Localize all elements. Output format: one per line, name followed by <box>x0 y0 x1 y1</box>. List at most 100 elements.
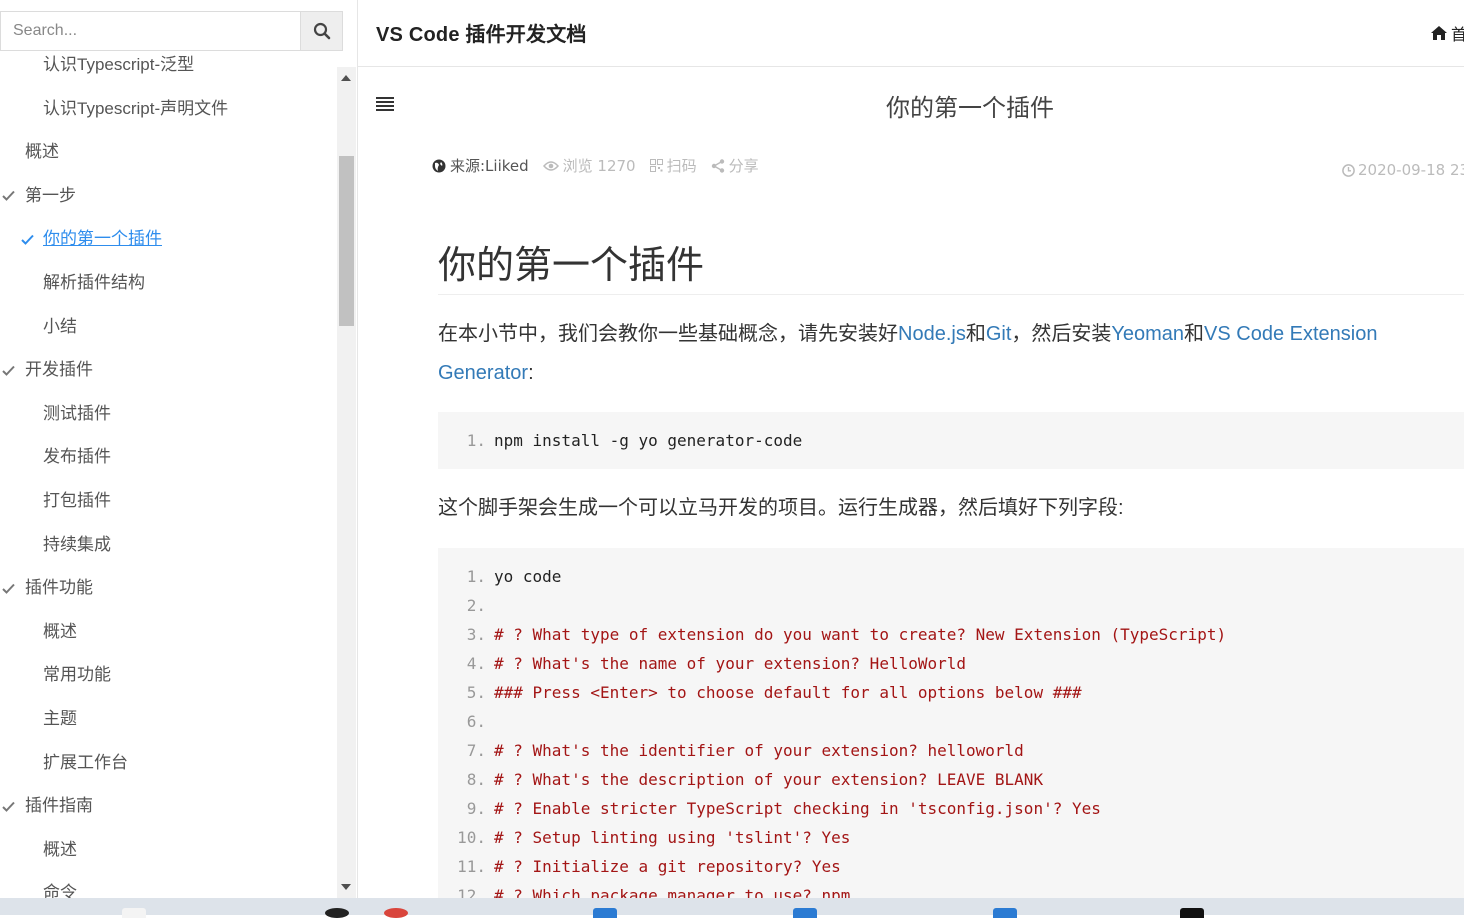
link-nodejs[interactable]: Node.js <box>898 323 966 345</box>
intro-paragraph: 在本小节中，我们会教你一些基础概念，请先安装好Node.js和Git，然后安装Y… <box>438 315 1438 393</box>
sidebar-item-label: 常用功能 <box>43 665 111 685</box>
sidebar-item-label: 概述 <box>43 621 77 641</box>
code-text: # ? Enable stricter TypeScript checking … <box>494 799 1101 818</box>
sidebar-item[interactable]: 打包插件 <box>0 486 111 516</box>
sidebar-item[interactable]: 你的第一个插件 <box>0 224 162 254</box>
search-bar <box>0 11 343 53</box>
code-line: 1. npm install -g yo generator-code <box>438 426 1464 455</box>
site-title[interactable]: VS Code 插件开发文档 <box>376 18 587 47</box>
sidebar-scrollbar[interactable] <box>337 67 356 898</box>
home-link[interactable]: 首 <box>1431 21 1464 45</box>
home-label: 首 <box>1451 25 1464 44</box>
sidebar-item-label: 主题 <box>43 709 77 728</box>
title-divider <box>438 294 1464 295</box>
sidebar-item[interactable]: 解析插件结构 <box>0 268 145 298</box>
sidebar-item[interactable]: 发布插件 <box>0 442 111 472</box>
search-button[interactable] <box>300 11 343 51</box>
check-icon <box>2 181 15 211</box>
taskbar-vscode-icon[interactable] <box>793 908 817 918</box>
code-line: 2. <box>438 591 1464 620</box>
share-icon <box>711 158 724 173</box>
sidebar-item[interactable]: 持续集成 <box>0 530 111 560</box>
sidebar-item[interactable]: 插件指南 <box>0 791 93 821</box>
globe-icon <box>432 159 446 172</box>
sidebar-item[interactable]: 认识Typescript-泛型 <box>0 54 194 80</box>
clock-icon <box>1342 163 1355 177</box>
meta-source: 来源:Liiked <box>432 155 529 176</box>
sidebar-item-label: 插件功能 <box>25 578 93 598</box>
sidebar-item[interactable]: 常用功能 <box>0 660 111 690</box>
sidebar-item-label: 认识Typescript-泛型 <box>43 55 195 74</box>
code-block-install[interactable]: 1. npm install -g yo generator-code <box>438 412 1464 469</box>
meta-share-text: 分享 <box>728 157 759 175</box>
sidebar-item[interactable]: 概述 <box>0 137 59 167</box>
search-input[interactable] <box>0 11 300 51</box>
code-text: # ? What's the identifier of your extens… <box>494 741 1024 760</box>
meta-scan-button[interactable]: 扫码 <box>649 155 697 176</box>
sidebar-item[interactable]: 测试插件 <box>0 399 111 429</box>
intro-text-2: 和 <box>965 323 986 345</box>
sidebar-item[interactable]: 开发插件 <box>0 355 93 385</box>
sidebar-item[interactable]: 主题 <box>0 704 77 734</box>
line-number: 9. <box>466 799 486 818</box>
code-line: 7. # ? What's the identifier of your exte… <box>438 736 1464 765</box>
code-text: # ? Initialize a git repository? Yes <box>494 857 841 876</box>
check-icon <box>2 791 15 821</box>
code-text: # ? What type of extension do you want t… <box>494 625 1227 644</box>
top-bar: VS Code 插件开发文档 首 <box>358 0 1464 67</box>
sidebar-item-label: 扩展工作台 <box>43 752 128 772</box>
sidebar-item[interactable]: 小结 <box>0 312 77 342</box>
meta-views: 浏览 1270 <box>542 155 636 176</box>
link-git[interactable]: Git <box>986 323 1012 345</box>
intro-text-1: 在本小节中，我们会教你一些基础概念，请先安装好 <box>438 323 898 345</box>
line-number: 4. <box>466 654 486 673</box>
taskbar-terminal-icon[interactable] <box>1180 908 1204 918</box>
line-number: 2. <box>466 596 486 615</box>
taskbar-app-icon[interactable] <box>122 908 146 918</box>
line-number: 1. <box>466 431 486 450</box>
meta-share-button[interactable]: 分享 <box>711 155 759 176</box>
taskbar-chrome-icon[interactable] <box>384 908 408 918</box>
meta-views-text: 浏览 1270 <box>562 157 636 175</box>
meta-date: 2020-09-18 23 <box>1342 161 1464 179</box>
code-text: ### Press <Enter> to choose default for … <box>494 683 1082 702</box>
article-meta: 来源:Liiked 浏览 1270 扫码 分享 <box>432 155 773 176</box>
code-line: 8. # ? What's the description of your ext… <box>438 765 1464 794</box>
sidebar-item[interactable]: 扩展工作台 <box>0 748 128 778</box>
code-line: 11. # ? Initialize a git repository? Yes <box>438 852 1464 881</box>
sidebar-item[interactable]: 概述 <box>0 835 77 865</box>
menu-toggle-icon[interactable] <box>376 96 394 112</box>
line-number: 10. <box>457 828 486 847</box>
sidebar-item[interactable]: 命令 <box>0 878 77 898</box>
code-block-yo[interactable]: 1. yo code 2. 3. # ? What type of extension … <box>438 548 1464 905</box>
taskbar-app-icon[interactable] <box>325 908 349 918</box>
scroll-thumb[interactable] <box>339 156 354 326</box>
code-line: 10. # ? Setup linting using 'tslint'? Yes <box>438 823 1464 852</box>
link-yeoman[interactable]: Yeoman <box>1111 323 1184 345</box>
sidebar-item[interactable]: 认识Typescript-声明文件 <box>0 94 228 124</box>
sidebar-item-label: 插件指南 <box>25 796 93 816</box>
sidebar-item-label: 发布插件 <box>43 447 111 467</box>
intro-text-5: : <box>528 362 534 384</box>
check-icon <box>2 355 15 385</box>
code-line: 9. # ? Enable stricter TypeScript checkin… <box>438 794 1464 823</box>
taskbar-vscode-icon[interactable] <box>993 908 1017 918</box>
sidebar-item-label: 打包插件 <box>43 491 111 510</box>
sidebar-item-label: 认识Typescript-声明文件 <box>43 98 229 118</box>
meta-source-text: 来源:Liiked <box>450 157 529 175</box>
check-icon <box>21 224 34 254</box>
meta-date-text: 2020-09-18 23 <box>1358 161 1464 179</box>
code-line: 1. yo code <box>438 562 1464 591</box>
code-text: # ? Setup linting using 'tslint'? Yes <box>494 828 851 847</box>
generator-paragraph: 这个脚手架会生成一个可以立马开发的项目。运行生成器，然后填好下列字段: <box>438 497 1124 519</box>
sidebar-item[interactable]: 概述 <box>0 617 77 647</box>
scroll-down-arrow-icon[interactable] <box>341 884 351 890</box>
sidebar-item-label: 持续集成 <box>43 534 111 554</box>
code-text: yo code <box>494 567 562 586</box>
taskbar-vscode-icon[interactable] <box>593 908 617 918</box>
sidebar-item-label: 解析插件结构 <box>43 273 145 292</box>
scroll-up-arrow-icon[interactable] <box>341 75 351 81</box>
sidebar-item[interactable]: 插件功能 <box>0 573 93 603</box>
page-heading: 你的第一个插件 <box>886 95 1054 122</box>
sidebar-item[interactable]: 第一步 <box>0 181 76 211</box>
